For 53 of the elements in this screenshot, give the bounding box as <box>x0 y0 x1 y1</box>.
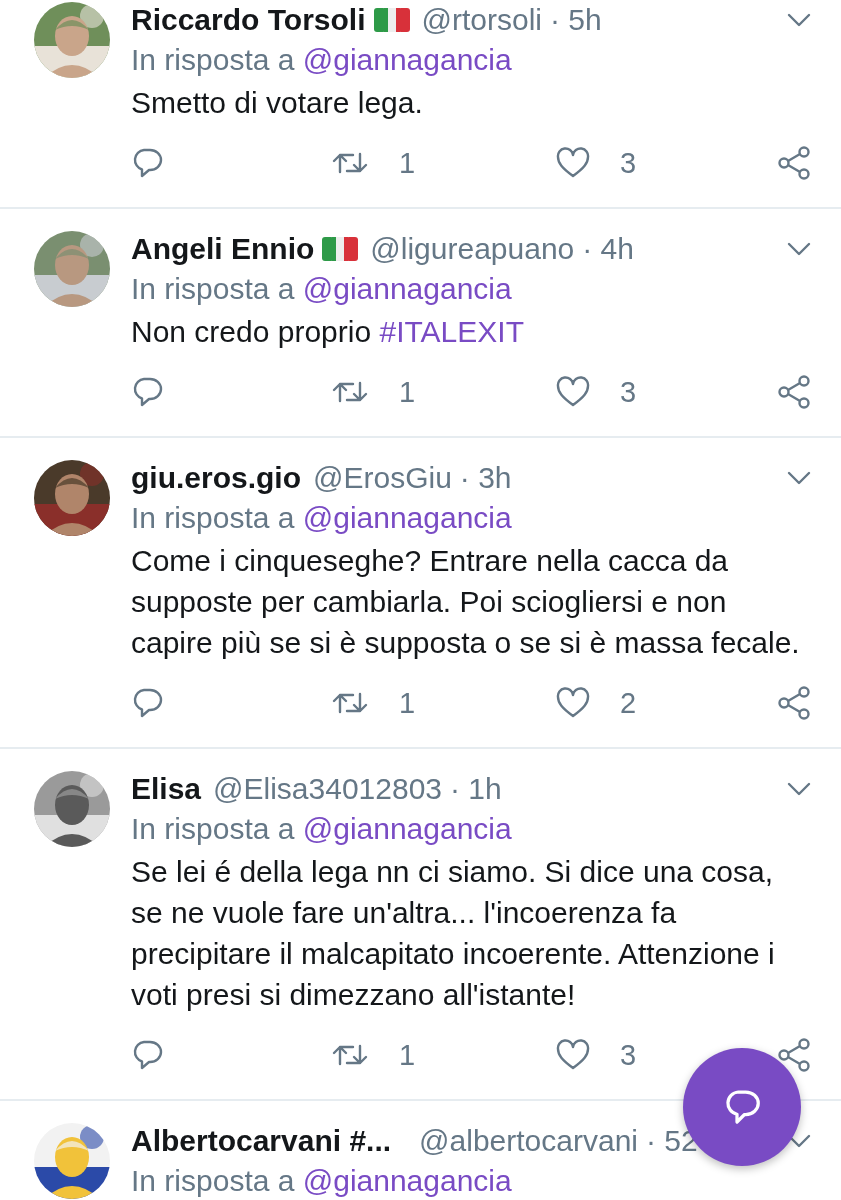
reply-icon[interactable] <box>131 1039 163 1071</box>
user-name[interactable]: Riccardo Torsoli <box>131 3 366 37</box>
hashtag-link[interactable]: #ITALEXIT <box>379 315 524 348</box>
user-handle[interactable]: @ligureapuano <box>370 232 575 266</box>
user-handle[interactable]: @Elisa34012803 <box>213 772 443 806</box>
tweet-text: Smetto di votare lega. <box>131 85 424 121</box>
heart-icon[interactable] <box>556 687 590 719</box>
reply-context: In risposta a @giannagancia <box>131 1164 512 1197</box>
share-icon[interactable] <box>777 375 811 409</box>
share-icon[interactable] <box>777 146 811 180</box>
reply-context: In risposta a @giannagancia <box>131 501 512 534</box>
heart-icon[interactable] <box>556 147 590 179</box>
reply-icon[interactable] <box>131 147 163 179</box>
user-name[interactable]: Angeli Ennio <box>131 232 315 266</box>
mention-link[interactable]: @giannagancia <box>302 272 512 305</box>
user-handle[interactable]: @ErosGiu <box>313 461 452 495</box>
chevron-down-icon[interactable] <box>787 471 811 485</box>
reply-context: In risposta a @giannagancia <box>131 812 512 845</box>
share-icon[interactable] <box>777 686 811 720</box>
user-name[interactable]: Albertocarvani #... <box>131 1124 392 1158</box>
like-count: 3 <box>620 146 637 180</box>
user-handle[interactable]: @albertocarvani <box>419 1124 638 1158</box>
tweet-text: Non credo proprio #ITALEXIT <box>131 314 525 350</box>
chevron-down-icon[interactable] <box>787 242 811 256</box>
user-name[interactable]: Elisa <box>131 772 202 806</box>
timestamp: · 4h <box>582 232 634 266</box>
reply-context: In risposta a @giannagancia <box>131 43 512 76</box>
timestamp: · 5h <box>549 3 602 37</box>
reply-icon[interactable] <box>131 687 163 719</box>
like-count: 3 <box>620 1038 637 1072</box>
retweet-count: 1 <box>399 146 416 180</box>
chevron-down-icon[interactable] <box>787 13 811 27</box>
reply-context: In risposta a @giannagancia <box>131 272 512 305</box>
heart-icon[interactable] <box>556 376 590 408</box>
mention-link[interactable]: @giannagancia <box>302 812 512 845</box>
chevron-down-icon[interactable] <box>787 782 811 796</box>
retweet-count: 1 <box>399 1038 416 1072</box>
retweet-count: 1 <box>399 686 416 720</box>
mention-link[interactable]: @giannagancia <box>302 1164 512 1197</box>
reply-icon[interactable] <box>131 376 163 408</box>
mention-link[interactable]: @giannagancia <box>302 43 512 76</box>
heart-icon[interactable] <box>556 1039 590 1071</box>
timestamp: · 1h <box>450 772 502 806</box>
tweet-text: Come i cinqueseghe? Entrare nella cacca da supposte per cambiarla. Poi sciogliersi e non capire più se si è supposta o se si è massa fecale. <box>131 543 801 661</box>
mention-link[interactable]: @giannagancia <box>302 501 512 534</box>
tweet-text: Se lei é della lega nn ci siamo. Si dice una cosa, se ne vuole fare un'altra... l'incoerenza fa precipitare il malcapitato incoerente. Attenzione i voti presi si dimezzano all'istante! <box>131 854 776 1013</box>
user-name[interactable]: giu.eros.gio <box>131 461 301 495</box>
retweet-count: 1 <box>399 375 416 409</box>
user-handle[interactable]: @rtorsoli <box>421 3 542 37</box>
like-count: 3 <box>620 375 637 409</box>
like-count: 2 <box>620 686 637 720</box>
share-icon[interactable] <box>777 1038 811 1072</box>
timestamp: · 3h <box>459 461 512 495</box>
